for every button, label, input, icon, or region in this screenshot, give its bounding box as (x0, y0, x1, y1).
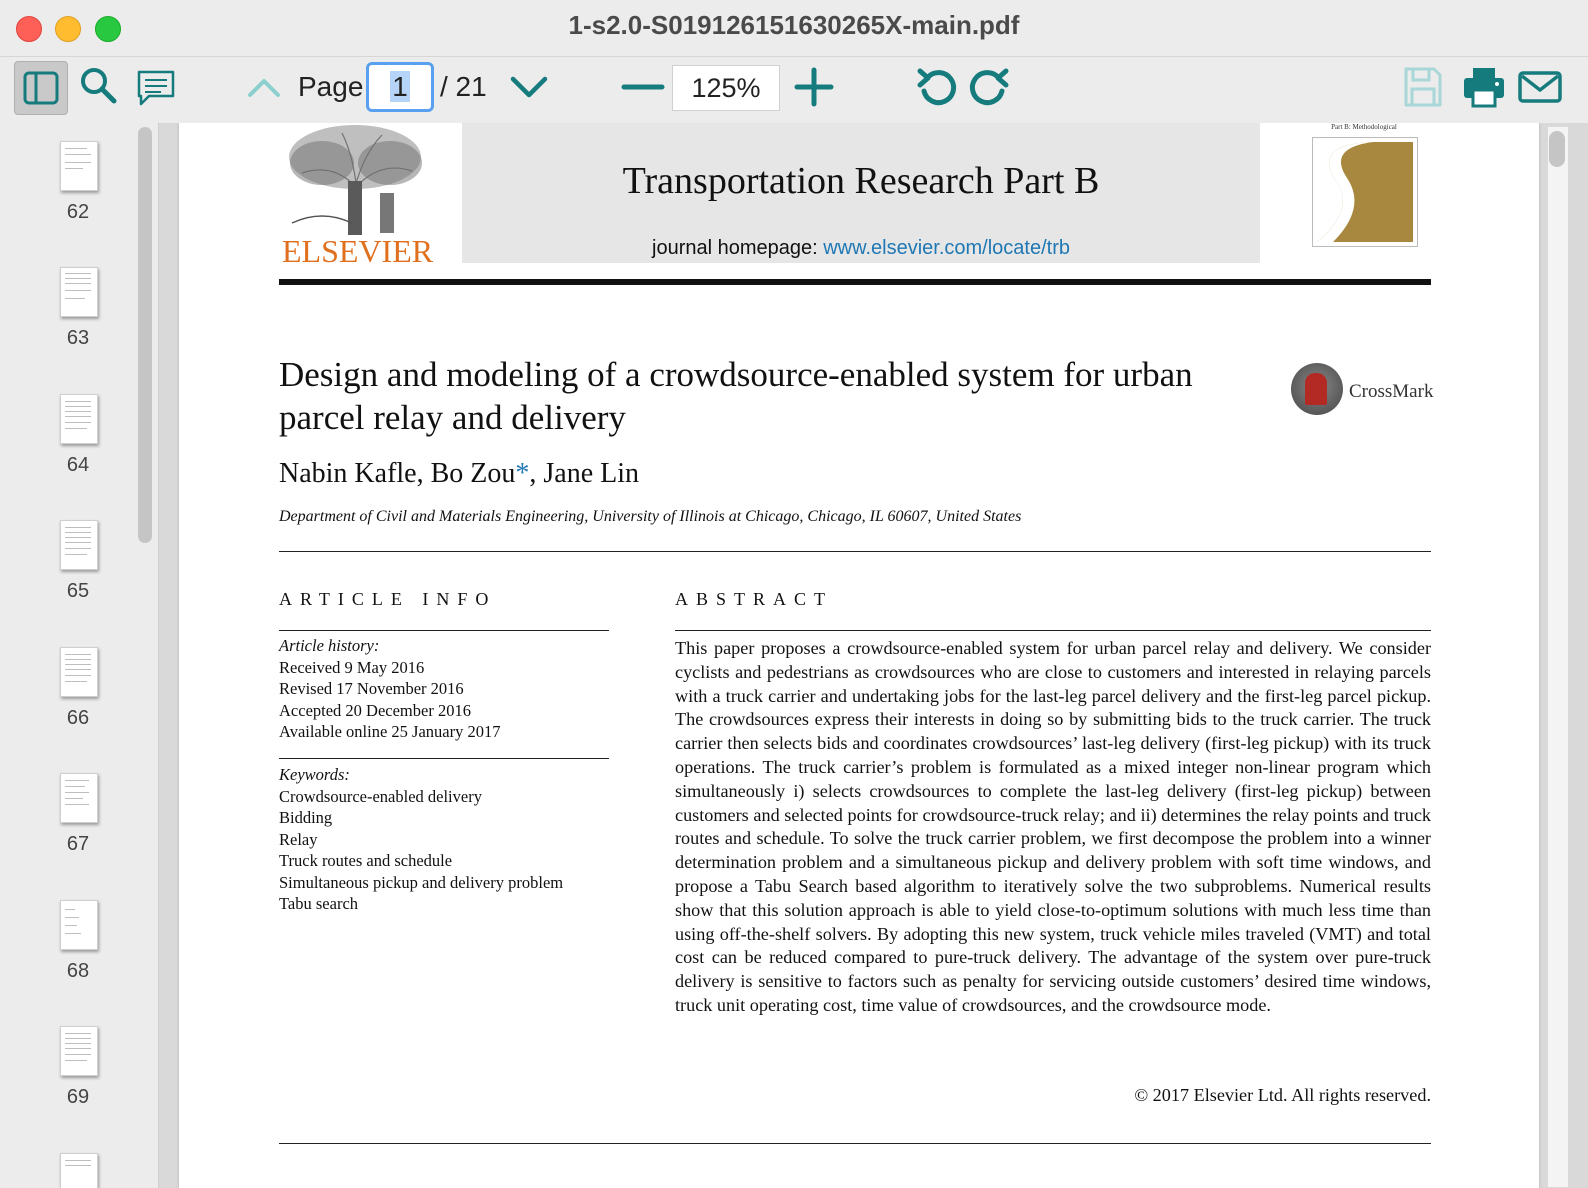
copyright-notice: © 2017 Elsevier Ltd. All rights reserved… (1134, 1085, 1431, 1105)
header-rule (279, 279, 1431, 285)
divider (279, 551, 1431, 552)
page-thumbnail[interactable] (60, 773, 98, 823)
divider (675, 630, 1431, 631)
zoom-level-field[interactable]: 125% (672, 65, 780, 111)
keyword-item: Truck routes and schedule (279, 851, 453, 870)
article-history: Article history: Received 9 May 2016 Rev… (279, 635, 500, 743)
toolbar: Page 1 / 21 125% (0, 56, 1588, 124)
previous-page-button[interactable] (244, 67, 284, 107)
sidebar-toggle-button[interactable] (14, 61, 68, 115)
comment-list-icon (137, 70, 175, 106)
thumbnail-page-number: 69 (66, 1086, 90, 1108)
document-scrollbar-thumb[interactable] (1549, 131, 1565, 167)
article-title: Design and modeling of a crowdsource-ena… (279, 355, 1193, 437)
pdf-page: ELSEVIER Transportation Research Part B … (179, 123, 1539, 1188)
abstract-text: This paper proposes a crowdsource-enable… (675, 638, 1431, 1015)
annotations-button[interactable] (134, 65, 178, 109)
email-button[interactable] (1516, 67, 1564, 107)
mail-icon (1518, 71, 1562, 103)
cover-image (1313, 138, 1417, 246)
homepage-link[interactable]: www.elsevier.com/locate/trb (823, 237, 1070, 259)
keyword-item: Simultaneous pickup and delivery problem (279, 872, 564, 892)
zoom-out-button[interactable] (620, 69, 666, 105)
history-label: Article history: (279, 636, 380, 655)
keyword-item: Tabu search (279, 894, 359, 913)
document-scrollbar-track[interactable] (1548, 127, 1568, 1187)
history-item: Available online 25 January 2017 (279, 722, 501, 741)
divider (279, 630, 609, 631)
divider (279, 1143, 1431, 1144)
article-info-heading: ARTICLE INFO (279, 589, 497, 609)
thumbnail-page-number: 68 (66, 960, 90, 982)
keyword-item: Bidding (279, 808, 333, 827)
window-title: 1-s2.0-S019126151630265X-main.pdf (568, 10, 1020, 40)
affiliation: Department of Civil and Materials Engine… (279, 508, 1022, 525)
search-button[interactable] (76, 63, 120, 107)
homepage-label: journal homepage: (652, 237, 824, 259)
save-button[interactable] (1400, 63, 1446, 111)
thumbnail-page-number: 65 (66, 580, 90, 602)
thumbnail-page-number: 63 (66, 327, 90, 349)
page-thumbnail[interactable] (60, 141, 98, 191)
thumbnail-page-number: 62 (66, 201, 90, 223)
page-thumbnail[interactable] (60, 900, 98, 950)
elsevier-tree-logo (289, 125, 422, 235)
journal-homepage: journal homepage: www.elsevier.com/locat… (462, 237, 1260, 260)
history-item: Revised 17 November 2016 (279, 679, 464, 698)
minus-icon (621, 84, 665, 90)
journal-banner: Transportation Research Part B journal h… (462, 123, 1260, 263)
document-view: ELSEVIER Transportation Research Part B … (159, 123, 1588, 1188)
keyword-item: Crowdsource-enabled delivery (279, 786, 482, 806)
rotate-left-icon (917, 68, 957, 106)
printer-icon (1464, 68, 1504, 108)
keywords: Keywords: Crowdsource-enabled delivery B… (279, 764, 563, 915)
authors: Nabin Kafle, Bo Zou*, Jane Lin (279, 458, 639, 490)
cover-subtitle: Part B: Methodological (1331, 123, 1397, 131)
page-thumbnail[interactable] (60, 647, 98, 697)
search-icon (81, 68, 117, 104)
history-item: Accepted 20 December 2016 (279, 700, 471, 720)
page-thumbnail[interactable] (60, 1026, 98, 1076)
page-total: / 21 (440, 71, 487, 102)
thumbnail-page-number: 66 (66, 707, 90, 729)
save-icon (1404, 67, 1442, 107)
sidebar-icon (23, 71, 59, 105)
thumbnail-scrollbar[interactable] (138, 127, 152, 543)
abstract-heading: ABSTRACT (675, 589, 834, 609)
author-names: Nabin Kafle, Bo Zou (279, 458, 516, 489)
rotate-right-icon (969, 68, 1009, 106)
print-button[interactable] (1460, 65, 1508, 109)
history-item: Received 9 May 2016 (279, 657, 425, 677)
page-thumbnail[interactable] (60, 520, 98, 570)
title-bar: 1-s2.0-S019126151630265X-main.pdf (0, 0, 1588, 56)
page-thumbnail[interactable] (60, 1153, 98, 1188)
next-page-button[interactable] (506, 67, 552, 107)
crossmark-bookmark-icon (1305, 373, 1327, 405)
thumbnail-page-number: 64 (66, 454, 90, 476)
plus-icon (794, 67, 834, 107)
page-thumbnail[interactable] (60, 267, 98, 317)
zoom-in-button[interactable] (792, 65, 836, 109)
thumbnail-page-number: 67 (66, 833, 90, 855)
page-number-input[interactable]: 1 (366, 62, 434, 112)
rotate-right-button[interactable] (966, 63, 1012, 111)
page-label: Page (298, 71, 364, 102)
crossmark-label[interactable]: CrossMark (1349, 381, 1433, 403)
journal-cover (1312, 137, 1418, 247)
chevron-up-icon (248, 79, 280, 97)
corresponding-author-marker[interactable]: * (515, 458, 529, 489)
keywords-label: Keywords: (279, 765, 350, 784)
page-number-value: 1 (390, 71, 410, 102)
thumbnail-sidebar: 62 63 64 65 66 67 68 69 (0, 123, 159, 1188)
author-names-rest: , Jane Lin (529, 458, 640, 489)
chevron-down-icon (510, 76, 548, 98)
divider (279, 758, 609, 759)
rotate-left-button[interactable] (914, 63, 960, 111)
page-thumbnail[interactable] (60, 394, 98, 444)
keyword-item: Relay (279, 829, 318, 849)
journal-title: Transportation Research Part B (622, 160, 1100, 202)
publisher-wordmark: ELSEVIER (282, 233, 434, 269)
